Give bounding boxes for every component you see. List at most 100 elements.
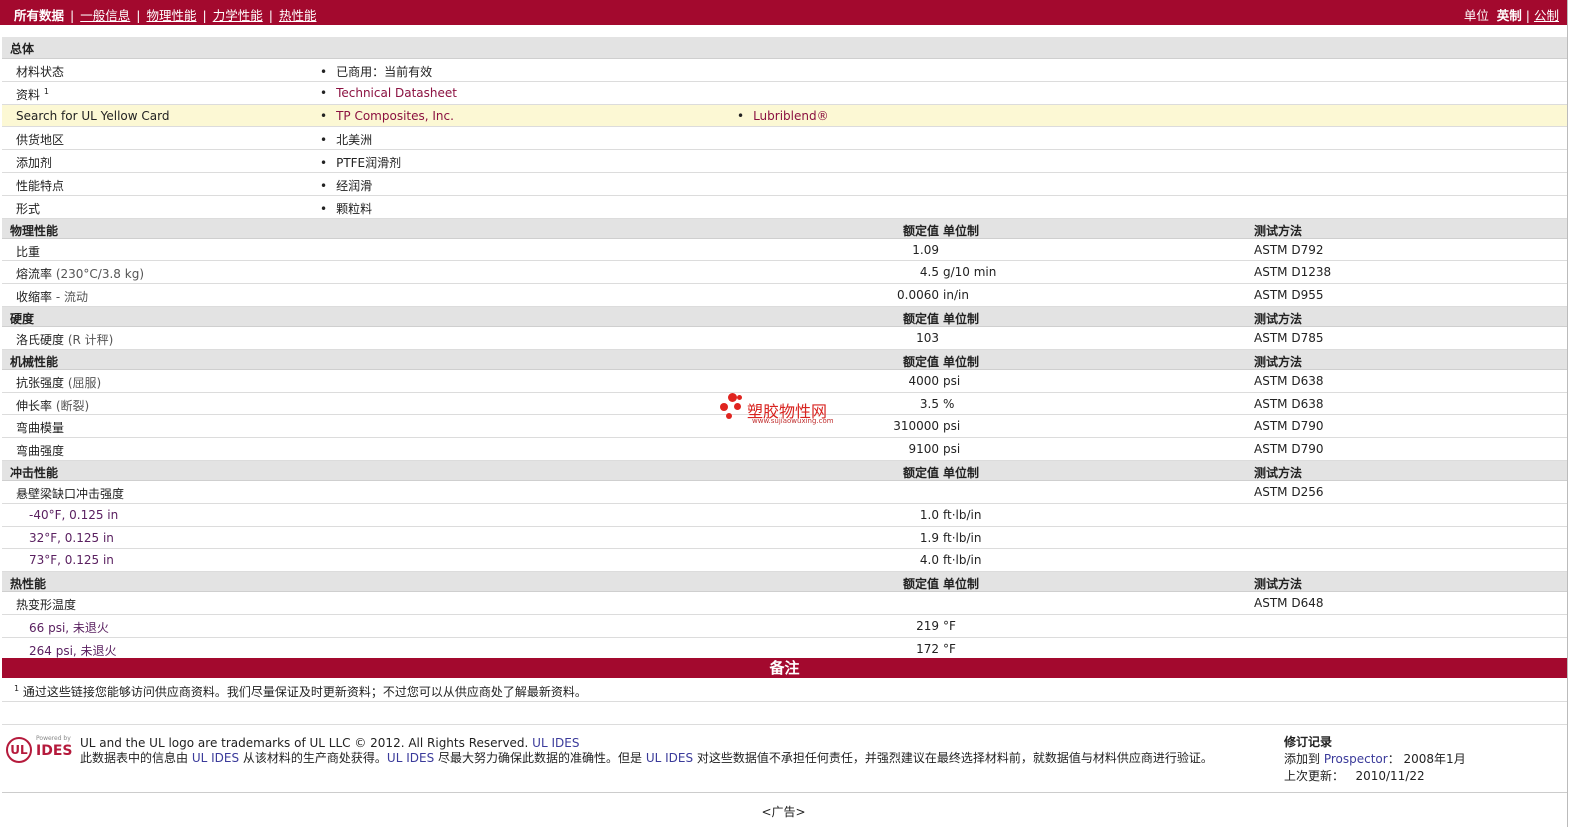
nav-mechanical[interactable]: 力学性能 [213, 8, 263, 23]
col-header-method: 测试方法 [1254, 465, 1303, 480]
col-header-unit: 单位制 [943, 311, 980, 326]
row-label: 热变形温度 [16, 598, 77, 613]
table-row: 材料状态 已商用：当前有效 [2, 59, 1567, 82]
row-value: Technical Datasheet [320, 86, 457, 100]
row-label: 伸长率 (断裂) [16, 397, 89, 414]
prospector-link[interactable]: Prospector [1324, 752, 1388, 766]
logo-powered-by: Powered by [36, 735, 71, 742]
ul-ides-logo: UL Powered by IDES [6, 735, 73, 765]
table-row: 添加剂 PTFE润滑剂 [2, 150, 1567, 173]
row-method: ASTM D955 [1254, 288, 1324, 303]
table-row: 73°F, 0.125 in 4.0 ft·lb/in [2, 549, 1567, 573]
row-value: 310000 [893, 419, 939, 434]
footnote: 1 通过这些链接您能够访问供应商资料。我们尽量保证及时更新资料；不过您可以从供应… [14, 683, 587, 700]
row-value: Lubriblend® [737, 109, 829, 123]
row-value: 经润滑 [320, 177, 372, 194]
row-unit: g/10 min [943, 265, 997, 280]
row-label-text: 伸长率 [16, 398, 53, 413]
table-row: 热变形温度 ASTM D648 [2, 592, 1567, 615]
row-method: ASTM D648 [1254, 596, 1324, 611]
row-method: ASTM D638 [1254, 396, 1324, 411]
row-label: 悬壁梁缺口冲击强度 [16, 486, 125, 501]
table-row: 抗张强度 (屈服) 4000 psi ASTM D638 [2, 369, 1567, 393]
row-condition: (屈服) [67, 375, 102, 390]
row-method: ASTM D1238 [1254, 265, 1332, 280]
section-header-hardness: 硬度 额定值 单位制 测试方法 [2, 306, 1567, 327]
table-row: 供货地区 北美洲 [2, 127, 1567, 151]
row-unit: °F [943, 618, 956, 633]
section-header-physical: 物理性能 额定值 单位制 测试方法 [2, 218, 1567, 239]
row-label-text: 抗张强度 [16, 375, 65, 390]
row-label: 添加剂 [16, 156, 53, 171]
table-row: 洛氏硬度 (R 计秤) 103 ASTM D785 [2, 326, 1567, 350]
disclaimer-text: 从该材料的生产商处获得。 [239, 751, 387, 765]
row-value: 103 [916, 330, 939, 345]
row-value: 1.0 [919, 507, 939, 522]
row-label: 供货地区 [16, 133, 65, 148]
col-header-rated: 额定值 [902, 311, 939, 326]
section-title: 热性能 [10, 577, 47, 592]
ul-ides-link[interactable]: UL IDES [192, 751, 239, 765]
row-method: ASTM D785 [1254, 330, 1324, 345]
ul-ides-link[interactable]: UL IDES [646, 751, 693, 765]
row-sublabel: -40°F, 0.125 in [29, 507, 119, 522]
row-method: ASTM D792 [1254, 242, 1324, 257]
units-metric-link[interactable]: 公制 [1534, 8, 1559, 23]
row-value: 172 [916, 641, 939, 656]
nav-sep: | [70, 8, 75, 23]
disclaimer-text: 尽最大努力确保此数据的准确性。但是 [434, 751, 646, 765]
row-value: 219 [916, 618, 939, 633]
unit-switcher: 单位 英制 | 公制 [1464, 5, 1559, 24]
row-unit: % [943, 396, 955, 411]
row-value: 0.0060 [897, 288, 939, 303]
logo-ides-text: IDES [36, 743, 73, 759]
nav-general-info[interactable]: 一般信息 [80, 8, 130, 23]
tp-composites-link[interactable]: TP Composites, Inc. [336, 109, 454, 123]
section-header-mechanical: 机械性能 额定值 单位制 测试方法 [2, 349, 1567, 370]
row-value: 颗粒料 [320, 200, 372, 217]
ul-ides-link[interactable]: UL IDES [387, 751, 434, 765]
revision-added: 添加到 Prospector： 2008年1月 [1284, 751, 1466, 768]
section-title: 物理性能 [10, 223, 59, 238]
nav-thermal[interactable]: 热性能 [279, 8, 317, 23]
row-unit: ft·lb/in [943, 530, 982, 545]
col-header-rated: 额定值 [902, 577, 939, 592]
revision-updated-date: 2010/11/22 [1355, 769, 1425, 783]
table-row: 形式 颗粒料 [2, 195, 1567, 219]
nav-sep: | [268, 8, 273, 23]
nav-physical[interactable]: 物理性能 [146, 8, 196, 23]
section-title: 总体 [10, 42, 35, 56]
top-nav-bar: 所有数据 | 一般信息 | 物理性能 | 力学性能 | 热性能 单位 英制 | 公制 [0, 0, 1567, 25]
lubriblend-link[interactable]: Lubriblend® [753, 109, 829, 123]
section-header-thermal: 热性能 额定值 单位制 测试方法 [2, 572, 1567, 593]
watermark-logo: 塑胶物性网 www.sujiaowuxing.com [720, 391, 860, 427]
row-label: 熔流率 (230°C/3.8 kg) [16, 265, 144, 282]
row-value: 4000 [908, 373, 939, 388]
row-label: 比重 [16, 244, 41, 259]
row-method: ASTM D256 [1254, 484, 1324, 499]
row-sublabel: 264 psi, 未退火 [29, 643, 117, 658]
ul-ides-link[interactable]: UL IDES [532, 736, 579, 750]
table-row: 弯曲强度 9100 psi ASTM D790 [2, 438, 1567, 461]
row-sublabel: 66 psi, 未退火 [29, 620, 109, 635]
notes-header: 备注 [2, 658, 1567, 678]
col-header-unit: 单位制 [943, 577, 980, 592]
row-unit: ft·lb/in [943, 553, 982, 568]
table-row: Search for UL Yellow Card TP Composites,… [2, 104, 1567, 128]
table-row: -40°F, 0.125 in 1.0 ft·lb/in [2, 503, 1567, 527]
row-unit: in/in [943, 288, 969, 303]
col-header-rated: 额定值 [902, 354, 939, 369]
table-row: 熔流率 (230°C/3.8 kg) 4.5 g/10 min ASTM D12… [2, 261, 1567, 285]
section-title: 冲击性能 [10, 465, 59, 480]
row-unit: psi [943, 419, 961, 434]
row-method: ASTM D790 [1254, 419, 1324, 434]
nav-sep: | [202, 8, 207, 23]
table-row: 资料 1 Technical Datasheet [2, 81, 1567, 105]
footnote-number: 1 [14, 684, 20, 693]
row-sublabel: 32°F, 0.125 in [29, 530, 114, 545]
row-label-text: 熔流率 [16, 267, 53, 282]
section-header-impact: 冲击性能 额定值 单位制 测试方法 [2, 460, 1567, 481]
technical-datasheet-link[interactable]: Technical Datasheet [336, 86, 457, 100]
row-value: 1.9 [919, 530, 939, 545]
divider [2, 724, 1567, 725]
